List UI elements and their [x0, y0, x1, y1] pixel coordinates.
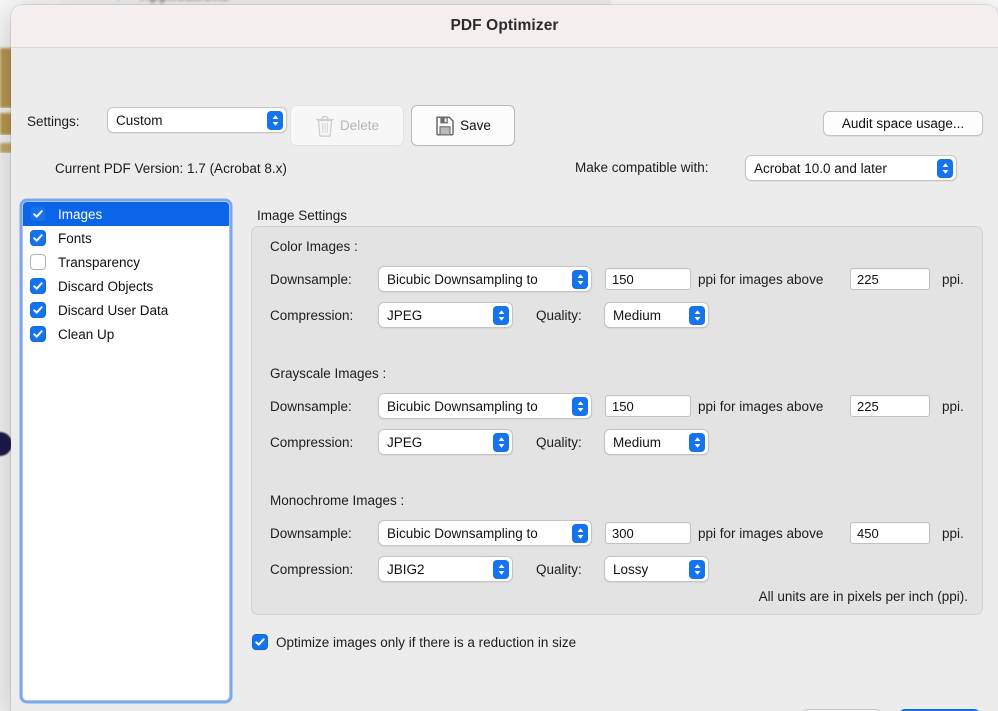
grayscale-images-downsample-method-value: Bicubic Downsampling to [387, 398, 538, 414]
monochrome-images-downsample-method-value: Bicubic Downsampling to [387, 525, 538, 541]
monochrome-images-quality-select[interactable]: Lossy [604, 556, 709, 582]
monochrome-images-section-title: Monochrome Images : [270, 493, 405, 508]
chevron-up-down-icon [689, 305, 705, 325]
checkbox-indicator [30, 254, 46, 270]
settings-preset-select[interactable]: Custom [107, 107, 287, 133]
chevron-up-down-icon [572, 269, 588, 289]
dialog-body: Settings: Custom Delete Save Audit space… [11, 48, 998, 711]
chevron-up-down-icon [493, 559, 509, 579]
chevron-up-down-icon [572, 396, 588, 416]
sidebar-item-images[interactable]: Images [23, 202, 229, 226]
chevron-down-icon: ▾ [116, 0, 122, 4]
checkbox-indicator [30, 302, 46, 318]
color-images-downsample-method-value: Bicubic Downsampling to [387, 271, 538, 287]
grayscale-images-threshold-ppi-input[interactable]: 225 [850, 395, 930, 417]
sidebar-item-fonts[interactable]: Fonts [23, 226, 229, 250]
monochrome-images-ppi-above-label: ppi for images above [698, 526, 824, 541]
monochrome-images-threshold-ppi-input[interactable]: 450 [850, 522, 930, 544]
image-settings-label: Image Settings [257, 208, 348, 223]
color-images-compression-select[interactable]: JPEG [378, 302, 513, 328]
grayscale-images-downsample-method-select[interactable]: Bicubic Downsampling to [378, 393, 592, 419]
sidebar-item-discard-user-data[interactable]: Discard User Data [23, 298, 229, 322]
image-settings-group: Color Images : Downsample: Bicubic Downsam… [251, 226, 983, 615]
monochrome-images-quality-label: Quality: [536, 562, 582, 577]
monochrome-images-ppi-suffix-label: ppi. [942, 526, 964, 541]
checkbox-indicator [30, 278, 46, 294]
monochrome-images-compression-label: Compression: [270, 562, 354, 577]
grayscale-images-downsample-label: Downsample: [270, 399, 352, 414]
color-images-quality-select[interactable]: Medium [604, 302, 709, 328]
chevron-up-down-icon [937, 158, 953, 178]
color-images-ppi-above-label: ppi for images above [698, 272, 824, 287]
monochrome-images-quality-value: Lossy [613, 561, 649, 577]
color-images-downsample-method-select[interactable]: Bicubic Downsampling to [378, 266, 592, 292]
monochrome-images-downsample-ppi-input[interactable]: 300 [605, 522, 691, 544]
trash-icon [316, 115, 334, 137]
chevron-up-down-icon [572, 523, 588, 543]
make-compatible-label: Make compatible with: [575, 160, 709, 175]
optimize-images-label: Optimize images only if there is a reduc… [276, 634, 577, 650]
checkbox-indicator [30, 206, 46, 222]
dialog-titlebar: PDF Optimizer [11, 5, 998, 48]
monochrome-images-downsample-method-select[interactable]: Bicubic Downsampling to [378, 520, 592, 546]
audit-space-usage-button[interactable]: Audit space usage... [823, 111, 983, 136]
pdf-optimizer-dialog: PDF Optimizer Settings: Custom Delete Sa… [11, 5, 998, 711]
sidebar-item-label: Fonts [58, 230, 92, 246]
grayscale-images-compression-value: JPEG [387, 434, 423, 450]
color-images-section-title: Color Images : [270, 239, 358, 254]
save-button[interactable]: Save [411, 105, 515, 146]
color-images-compression-label: Compression: [270, 308, 354, 323]
grayscale-images-compression-select[interactable]: JPEG [378, 429, 513, 455]
grayscale-images-ppi-suffix-label: ppi. [942, 399, 964, 414]
grayscale-images-quality-value: Medium [613, 434, 662, 450]
background-finder-title: Applications [140, 0, 229, 4]
monochrome-images-downsample-label: Downsample: [270, 526, 352, 541]
save-button-label: Save [460, 118, 491, 133]
checkbox-indicator [30, 326, 46, 342]
sidebar-item-label: Transparency [58, 254, 141, 270]
dialog-title: PDF Optimizer [450, 17, 559, 34]
make-compatible-value: Acrobat 10.0 and later [754, 160, 887, 176]
sidebar-item-label: Images [58, 206, 103, 222]
sidebar-item-label: Discard Objects [58, 278, 154, 294]
chevron-up-down-icon [689, 432, 705, 452]
monochrome-images-compression-value: JBIG2 [387, 561, 425, 577]
sidebar-item-label: Discard User Data [58, 302, 169, 318]
color-images-quality-label: Quality: [536, 308, 582, 323]
make-compatible-select[interactable]: Acrobat 10.0 and later [745, 155, 957, 181]
checkbox-indicator [252, 634, 268, 650]
grayscale-images-downsample-ppi-input[interactable]: 150 [605, 395, 691, 417]
audit-space-usage-label: Audit space usage... [841, 116, 965, 131]
monochrome-images-compression-select[interactable]: JBIG2 [378, 556, 513, 582]
sidebar-item-discard-objects[interactable]: Discard Objects [23, 274, 229, 298]
chevron-up-down-icon [267, 110, 283, 130]
optimize-images-checkbox[interactable]: Optimize images only if there is a reduc… [252, 634, 576, 650]
sidebar-item-label: Clean Up [58, 326, 115, 342]
grayscale-images-quality-select[interactable]: Medium [604, 429, 709, 455]
delete-button-label: Delete [339, 118, 380, 133]
chevron-up-down-icon [493, 432, 509, 452]
color-images-quality-value: Medium [613, 307, 662, 323]
color-images-downsample-ppi-input[interactable]: 150 [605, 268, 691, 290]
sidebar-item-clean-up[interactable]: Clean Up [23, 322, 229, 346]
grayscale-images-quality-label: Quality: [536, 435, 582, 450]
delete-button[interactable]: Delete [290, 105, 404, 146]
units-note: All units are in pixels per inch (ppi). [758, 589, 968, 604]
grayscale-images-compression-label: Compression: [270, 435, 354, 450]
checkbox-indicator [30, 230, 46, 246]
color-images-threshold-ppi-input[interactable]: 225 [850, 268, 930, 290]
grayscale-images-ppi-above-label: ppi for images above [698, 399, 824, 414]
color-images-ppi-suffix-label: ppi. [942, 272, 964, 287]
sidebar-item-transparency[interactable]: Transparency [23, 250, 229, 274]
chevron-up-down-icon [493, 305, 509, 325]
settings-panel-list[interactable]: Images Fonts Transparency Discard Objects Di… [22, 201, 230, 701]
chevron-up-down-icon [689, 559, 705, 579]
current-pdf-version-text: Current PDF Version: 1.7 (Acrobat 8.x) [55, 161, 287, 176]
color-images-compression-value: JPEG [387, 307, 423, 323]
floppy-disk-icon [436, 116, 454, 136]
settings-preset-value: Custom [116, 112, 163, 128]
settings-label: Settings: [27, 114, 80, 129]
grayscale-images-section-title: Grayscale Images : [270, 366, 387, 381]
color-images-downsample-label: Downsample: [270, 272, 352, 287]
